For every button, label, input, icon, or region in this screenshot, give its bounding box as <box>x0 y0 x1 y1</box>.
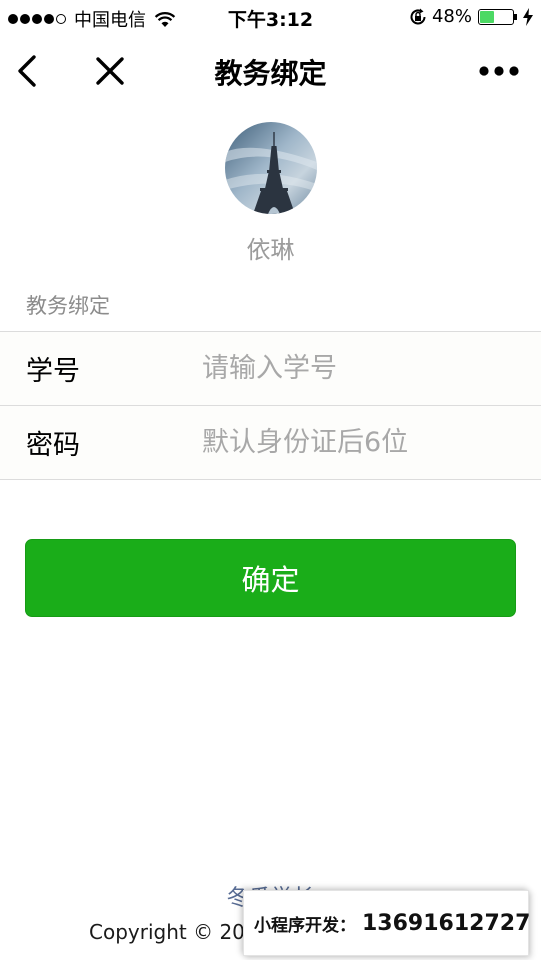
nickname: 依琳 <box>246 236 295 264</box>
battery-icon <box>478 8 514 25</box>
password-row: 密码 <box>0 405 541 479</box>
bind-form: 学号 密码 <box>0 331 541 480</box>
avatar <box>225 122 317 214</box>
battery-percent: 48% <box>431 6 472 27</box>
status-bar: 中国电信 下午3:12 48% <box>0 0 541 36</box>
status-right: 48% <box>408 6 533 27</box>
nav-bar: 教务绑定 <box>0 36 541 106</box>
rotation-lock-icon <box>410 8 426 24</box>
more-icon[interactable] <box>479 64 519 78</box>
page-title: 教务绑定 <box>214 57 327 90</box>
battery-fill <box>480 10 495 23</box>
password-label: 密码 <box>26 430 80 461</box>
promo-badge: 小程序开发： 13691612727 <box>243 890 531 956</box>
footer-copyright: Copyright © 200 <box>89 920 258 944</box>
screen: 中国电信 下午3:12 48% 教务绑定 依琳 教务绑定 学号 请输入学号 密码… <box>0 0 541 960</box>
student-id-label: 学号 <box>26 356 80 387</box>
battery-tip <box>514 13 517 20</box>
student-id-row: 学号 <box>0 332 541 405</box>
student-id-input[interactable] <box>202 353 522 384</box>
promo-label: 小程序开发： <box>254 915 356 936</box>
password-input[interactable] <box>202 427 522 458</box>
promo-phone: 13691612727 <box>362 910 531 936</box>
section-title: 教务绑定 <box>26 294 110 318</box>
charging-icon <box>523 7 533 26</box>
confirm-button[interactable]: 确定 <box>25 539 516 617</box>
